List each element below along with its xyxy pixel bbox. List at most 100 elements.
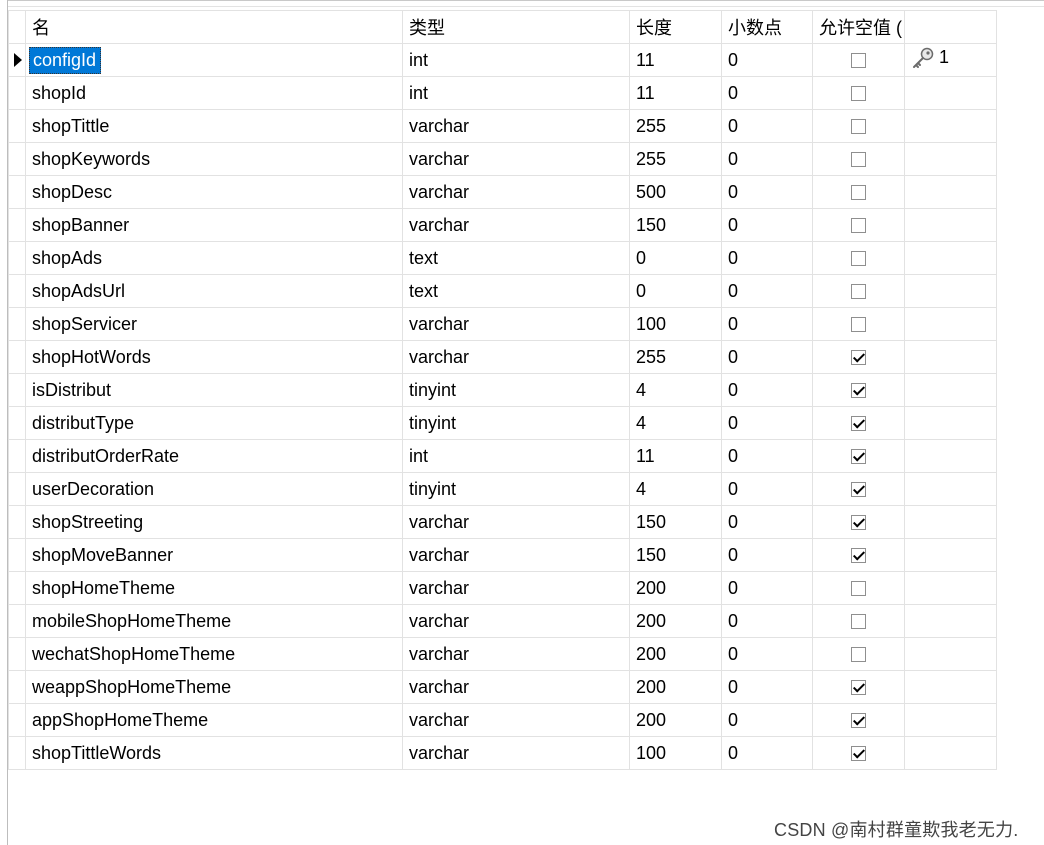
nullable-checkbox[interactable]	[851, 317, 866, 333]
field-type-cell[interactable]: varchar	[402, 736, 630, 770]
field-type-cell[interactable]: varchar	[402, 307, 630, 341]
nullable-checkbox[interactable]	[851, 86, 866, 102]
field-name-cell[interactable]: shopStreeting	[25, 505, 403, 539]
field-type-cell[interactable]: text	[402, 241, 630, 275]
field-name-cell[interactable]: appShopHomeTheme	[25, 703, 403, 737]
column-header-key[interactable]	[904, 10, 997, 44]
table-row[interactable]: shopAds text 0 0	[8, 241, 997, 275]
table-row[interactable]: shopStreeting varchar 150 0	[8, 505, 997, 539]
field-length-cell[interactable]: 200	[629, 604, 722, 638]
field-name-cell[interactable]: weappShopHomeTheme	[25, 670, 403, 704]
nullable-checkbox[interactable]	[851, 119, 866, 135]
field-decimals-cell[interactable]: 0	[721, 637, 813, 671]
field-length-cell[interactable]: 150	[629, 208, 722, 242]
row-indicator[interactable]	[8, 538, 26, 572]
field-decimals-cell[interactable]: 0	[721, 406, 813, 440]
field-decimals-cell[interactable]: 0	[721, 109, 813, 143]
field-length-cell[interactable]: 500	[629, 175, 722, 209]
nullable-checkbox[interactable]	[851, 515, 866, 531]
nullable-checkbox[interactable]	[851, 284, 866, 300]
row-indicator[interactable]	[8, 274, 26, 308]
field-length-cell[interactable]: 200	[629, 703, 722, 737]
table-row[interactable]: shopAdsUrl text 0 0	[8, 274, 997, 308]
table-row[interactable]: shopTittle varchar 255 0	[8, 109, 997, 143]
field-name-cell[interactable]: shopHomeTheme	[25, 571, 403, 605]
key-cell[interactable]	[904, 109, 997, 143]
field-length-cell[interactable]: 11	[629, 439, 722, 473]
nullable-checkbox[interactable]	[851, 614, 866, 630]
field-name-cell[interactable]: shopAdsUrl	[25, 274, 403, 308]
field-name-cell[interactable]: shopHotWords	[25, 340, 403, 374]
key-cell[interactable]	[904, 637, 997, 671]
field-length-cell[interactable]: 100	[629, 307, 722, 341]
field-length-cell[interactable]: 0	[629, 274, 722, 308]
nullable-checkbox[interactable]	[851, 746, 866, 762]
field-type-cell[interactable]: int	[402, 439, 630, 473]
row-indicator[interactable]	[8, 439, 26, 473]
table-row[interactable]: shopKeywords varchar 255 0	[8, 142, 997, 176]
field-type-cell[interactable]: varchar	[402, 670, 630, 704]
field-type-cell[interactable]: varchar	[402, 175, 630, 209]
field-decimals-cell[interactable]: 0	[721, 703, 813, 737]
field-name-cell[interactable]: shopMoveBanner	[25, 538, 403, 572]
table-row[interactable]: distributOrderRate int 11 0	[8, 439, 997, 473]
table-row[interactable]: distributType tinyint 4 0	[8, 406, 997, 440]
row-indicator[interactable]	[8, 472, 26, 506]
field-type-cell[interactable]: varchar	[402, 142, 630, 176]
table-row[interactable]: wechatShopHomeTheme varchar 200 0	[8, 637, 997, 671]
table-row[interactable]: weappShopHomeTheme varchar 200 0	[8, 670, 997, 704]
key-cell[interactable]	[904, 340, 997, 374]
row-indicator[interactable]	[8, 109, 26, 143]
field-length-cell[interactable]: 11	[629, 43, 722, 77]
nullable-checkbox[interactable]	[851, 350, 866, 366]
nullable-checkbox[interactable]	[851, 383, 866, 399]
field-type-cell[interactable]: varchar	[402, 538, 630, 572]
field-name-cell[interactable]: distributType	[25, 406, 403, 440]
row-indicator[interactable]	[8, 241, 26, 275]
key-cell[interactable]: 1	[904, 43, 997, 77]
key-cell[interactable]	[904, 208, 997, 242]
field-decimals-cell[interactable]: 0	[721, 307, 813, 341]
key-cell[interactable]	[904, 571, 997, 605]
field-name-cell[interactable]: wechatShopHomeTheme	[25, 637, 403, 671]
row-indicator[interactable]	[8, 76, 26, 110]
field-name-cell[interactable]: mobileShopHomeTheme	[25, 604, 403, 638]
field-name-cell[interactable]: shopServicer	[25, 307, 403, 341]
key-cell[interactable]	[904, 373, 997, 407]
nullable-checkbox[interactable]	[851, 53, 866, 69]
nullable-checkbox[interactable]	[851, 251, 866, 267]
row-indicator[interactable]	[8, 670, 26, 704]
field-decimals-cell[interactable]: 0	[721, 76, 813, 110]
field-decimals-cell[interactable]: 0	[721, 43, 813, 77]
field-type-cell[interactable]: varchar	[402, 703, 630, 737]
field-name-cell[interactable]: distributOrderRate	[25, 439, 403, 473]
field-length-cell[interactable]: 0	[629, 241, 722, 275]
nullable-checkbox[interactable]	[851, 581, 866, 597]
row-indicator[interactable]	[8, 43, 26, 77]
nullable-checkbox[interactable]	[851, 482, 866, 498]
nullable-checkbox[interactable]	[851, 416, 866, 432]
field-type-cell[interactable]: tinyint	[402, 373, 630, 407]
table-row[interactable]: shopBanner varchar 150 0	[8, 208, 997, 242]
field-length-cell[interactable]: 150	[629, 538, 722, 572]
key-cell[interactable]	[904, 241, 997, 275]
key-cell[interactable]	[904, 505, 997, 539]
row-indicator[interactable]	[8, 208, 26, 242]
key-cell[interactable]	[904, 604, 997, 638]
table-row[interactable]: mobileShopHomeTheme varchar 200 0	[8, 604, 997, 638]
row-indicator[interactable]	[8, 142, 26, 176]
nullable-checkbox[interactable]	[851, 713, 866, 729]
nullable-checkbox[interactable]	[851, 218, 866, 234]
key-cell[interactable]	[904, 670, 997, 704]
key-cell[interactable]	[904, 439, 997, 473]
field-decimals-cell[interactable]: 0	[721, 538, 813, 572]
field-type-cell[interactable]: tinyint	[402, 406, 630, 440]
field-type-cell[interactable]: int	[402, 43, 630, 77]
field-length-cell[interactable]: 150	[629, 505, 722, 539]
field-type-cell[interactable]: varchar	[402, 208, 630, 242]
table-row[interactable]: shopId int 11 0	[8, 76, 997, 110]
field-decimals-cell[interactable]: 0	[721, 604, 813, 638]
field-decimals-cell[interactable]: 0	[721, 736, 813, 770]
nullable-checkbox[interactable]	[851, 449, 866, 465]
row-indicator[interactable]	[8, 604, 26, 638]
